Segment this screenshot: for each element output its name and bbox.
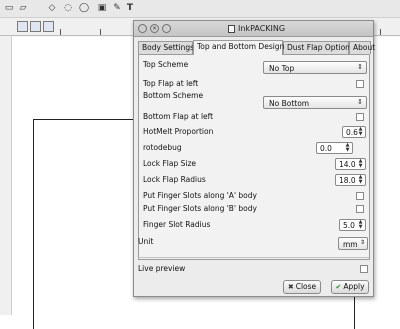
spin-arrows-icon[interactable]: ▲ ▼ xyxy=(344,143,351,153)
apply-button-label: Apply xyxy=(343,282,365,291)
spin-arrows-icon[interactable]: ▲ ▼ xyxy=(357,159,364,169)
pen-icon[interactable]: ✎ xyxy=(112,3,122,14)
inkpacking-dialog: × InkPACKING Body Settings Top and Botto… xyxy=(133,20,375,297)
finger-radius-label: Finger Slot Radius xyxy=(143,220,211,229)
top-scheme-select[interactable]: No Top ⇕ xyxy=(263,61,367,74)
spin-arrows-icon[interactable]: ▲ ▼ xyxy=(357,220,364,230)
unit-row: Unit mm ⇕ xyxy=(138,236,369,250)
up-down-arrow-icon: ⇕ xyxy=(357,98,363,106)
toolbar-icon[interactable]: ◌ xyxy=(63,3,73,14)
dialog-titlebar[interactable]: × InkPACKING xyxy=(134,21,373,37)
live-preview-checkbox[interactable] xyxy=(360,265,368,273)
lock-flap-radius-label: Lock Flap Radius xyxy=(143,175,206,184)
hotmelt-label: HotMelt Proportion xyxy=(143,127,214,136)
unit-value: mm xyxy=(343,240,358,249)
finger-radius-spinbox[interactable]: 5.0 ▲ ▼ xyxy=(339,219,366,231)
finger-a-row: Put Finger Slots along 'A' body xyxy=(143,190,367,203)
lock-flap-radius-spinbox[interactable]: 18.0 ▲ ▼ xyxy=(335,174,366,186)
window-close-button[interactable]: × xyxy=(150,24,159,33)
hotmelt-row: HotMelt Proportion 0.6 ▲ ▼ xyxy=(143,126,367,139)
toolbar-icon[interactable]: ◇ xyxy=(47,3,57,14)
grid-toggle-icon[interactable] xyxy=(30,21,41,32)
finger-radius-value: 5.0 xyxy=(343,221,355,230)
finger-b-checkbox[interactable] xyxy=(356,205,364,213)
bottom-scheme-control: No Bottom ⇕ xyxy=(143,96,367,109)
top-scheme-control: No Top ⇕ xyxy=(143,61,367,74)
hotmelt-spinbox[interactable]: 0.6 ▲ ▼ xyxy=(342,126,366,138)
bottom-scheme-select[interactable]: No Bottom ⇕ xyxy=(263,96,367,109)
window-menu-button[interactable] xyxy=(138,24,147,33)
rotodebug-spinbox[interactable]: 0.0 ▲ ▼ xyxy=(316,142,353,154)
top-scheme-value: No Top xyxy=(269,64,295,73)
tab-dust-flap-options[interactable]: Dust Flap Options xyxy=(283,41,354,54)
apply-button[interactable]: ✔ Apply xyxy=(331,280,369,294)
app-icon xyxy=(228,25,235,33)
lock-flap-size-label: Lock Flap Size xyxy=(143,159,197,168)
finger-b-label: Put Finger Slots along 'B' body xyxy=(143,204,257,213)
live-preview-row: Live preview xyxy=(138,263,369,275)
dialog-title: InkPACKING xyxy=(238,24,286,33)
live-preview-label: Live preview xyxy=(138,264,186,273)
lock-flap-size-spinbox[interactable]: 14.0 ▲ ▼ xyxy=(335,158,366,170)
toolbar-icon[interactable]: ▣ xyxy=(97,3,107,14)
finger-radius-row: Finger Slot Radius 5.0 ▲ ▼ xyxy=(143,219,367,232)
rotodebug-label: rotodebug xyxy=(143,143,182,152)
tab-top-bottom-design[interactable]: Top and Bottom Design xyxy=(193,40,284,55)
finger-a-checkbox[interactable] xyxy=(356,192,364,200)
finger-b-row: Put Finger Slots along 'B' body xyxy=(143,203,367,216)
unit-select[interactable]: mm ⇕ xyxy=(338,237,368,250)
bottom-scheme-value: No Bottom xyxy=(269,99,310,108)
close-icon: ✖ xyxy=(287,283,294,291)
guide-toggle-icon[interactable] xyxy=(43,21,54,32)
spin-arrows-icon[interactable]: ▲ ▼ xyxy=(357,175,364,185)
lock-flap-radius-value: 18.0 xyxy=(339,176,356,185)
lock-flap-radius-row: Lock Flap Radius 18.0 ▲ ▼ xyxy=(143,174,367,187)
close-button[interactable]: ✖ Close xyxy=(283,280,321,294)
spin-arrows-icon[interactable]: ▲ ▼ xyxy=(357,127,364,137)
toolbar-icon[interactable]: ▭ xyxy=(4,3,14,14)
top-flap-left-checkbox[interactable] xyxy=(356,80,364,88)
separator xyxy=(138,257,369,258)
bottom-flap-left-row: Bottom Flap at left xyxy=(143,111,367,124)
text-tool-icon[interactable]: T xyxy=(125,3,135,14)
unit-label: Unit xyxy=(138,237,154,246)
bottom-flap-left-label: Bottom Flap at left xyxy=(143,112,214,121)
top-flap-left-label: Top Flap at left xyxy=(143,79,199,88)
up-down-arrow-icon: ⇕ xyxy=(357,63,363,71)
close-button-label: Close xyxy=(295,282,317,291)
lock-flap-size-row: Lock Flap Size 14.0 ▲ ▼ xyxy=(143,158,367,171)
tab-body-settings[interactable]: Body Settings xyxy=(138,41,194,54)
toolbar-icon[interactable]: ◯ xyxy=(79,3,89,14)
tab-panel: Top Scheme No Top ⇕ Top Flap at left Bot… xyxy=(138,54,370,260)
checkmark-icon: ✔ xyxy=(335,283,342,291)
lock-flap-size-value: 14.0 xyxy=(339,160,356,169)
bottom-flap-left-checkbox[interactable] xyxy=(356,113,364,121)
tab-about[interactable]: About xyxy=(349,41,375,54)
snap-toggle-icon[interactable] xyxy=(17,21,28,32)
toolbar: ▭ ▱ ◇ ◌ ◯ ▣ ✎ T xyxy=(0,0,400,18)
finger-a-label: Put Finger Slots along 'A' body xyxy=(143,191,257,200)
toolbar-icon[interactable]: ▱ xyxy=(18,3,28,14)
rotodebug-value: 0.0 xyxy=(320,144,332,153)
up-down-arrow-icon: ⇕ xyxy=(359,239,365,246)
window-minimize-button[interactable] xyxy=(162,24,171,33)
left-ruler xyxy=(0,36,12,315)
tab-bar: Body Settings Top and Bottom Design Dust… xyxy=(138,40,375,55)
rotodebug-row: rotodebug 0.0 ▲ ▼ xyxy=(143,142,367,155)
